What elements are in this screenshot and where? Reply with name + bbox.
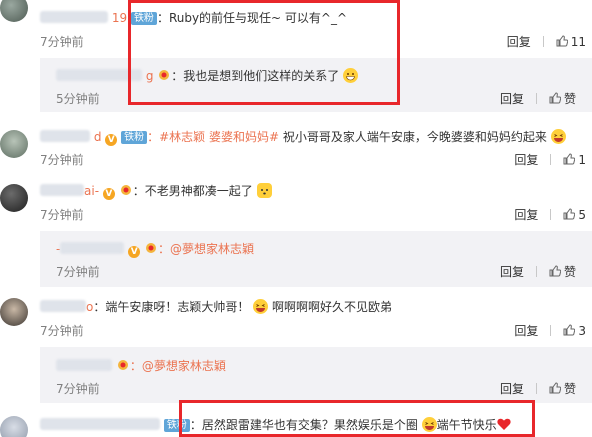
reply-row: ：@夢想家林志穎 bbox=[56, 357, 226, 374]
divider bbox=[535, 383, 537, 394]
reply-button[interactable]: 回复 bbox=[500, 382, 524, 396]
comment-row: ai- V ：不老男神都凑一起了 bbox=[40, 182, 272, 200]
comment-text-continued: 啊啊啊啊好久不见欧弟 bbox=[272, 300, 393, 314]
divider bbox=[550, 154, 552, 165]
comment-row: o：端午安康呀！志颖大帅哥！ 啊啊啊啊好久不见欧弟 bbox=[40, 298, 392, 315]
username[interactable]: 19 bbox=[40, 11, 127, 25]
divider bbox=[535, 266, 537, 277]
thumbs-up-icon bbox=[549, 382, 561, 394]
verified-icon: V bbox=[128, 246, 141, 258]
reply-button[interactable]: 回复 bbox=[514, 208, 538, 222]
comment-actions: 回复 11 bbox=[507, 33, 586, 50]
comment-text: ：端午安康呀！志颖大帅哥！ bbox=[93, 300, 250, 314]
comment-time: 7分钟前 bbox=[40, 35, 84, 49]
like-button[interactable]: 赞 bbox=[549, 92, 576, 106]
medal-icon bbox=[146, 243, 156, 253]
username[interactable] bbox=[56, 359, 112, 373]
divider bbox=[542, 36, 544, 47]
highlight-box bbox=[179, 400, 535, 437]
reply-actions: 回复 赞 bbox=[500, 90, 576, 107]
like-button[interactable]: 赞 bbox=[549, 382, 576, 396]
highlight-box bbox=[128, 0, 400, 105]
reply-button[interactable]: 回复 bbox=[500, 92, 524, 106]
mention-link[interactable]: ：@夢想家林志穎 bbox=[158, 242, 254, 256]
thumbs-up-icon bbox=[563, 208, 576, 220]
reply-actions: 回复 赞 bbox=[500, 263, 576, 280]
comment-actions: 回复 5 bbox=[514, 206, 586, 223]
avatar[interactable] bbox=[0, 298, 28, 326]
reply-actions: 回复 赞 bbox=[500, 380, 576, 397]
comment-actions: 回复 3 bbox=[514, 322, 586, 339]
comment-text: ：不老男神都凑一起了 bbox=[132, 184, 253, 198]
divider bbox=[550, 325, 552, 336]
username[interactable]: o bbox=[40, 300, 93, 314]
fan-badge: 铁粉 bbox=[121, 131, 148, 144]
thumbs-up-icon bbox=[549, 265, 561, 277]
divider bbox=[550, 209, 552, 220]
comment-time: 7分钟前 bbox=[40, 324, 84, 338]
medal-icon bbox=[117, 360, 128, 370]
verified-icon: V bbox=[105, 134, 118, 146]
reply-button[interactable]: 回复 bbox=[514, 153, 538, 167]
cat-emoji-icon bbox=[256, 183, 272, 198]
avatar[interactable] bbox=[0, 416, 28, 437]
avatar[interactable] bbox=[0, 184, 28, 212]
like-button[interactable]: 11 bbox=[556, 35, 586, 49]
thumbs-up-icon bbox=[563, 153, 576, 165]
comment-row: d V 铁粉 ：#林志颖 婆婆和妈妈# 祝小哥哥及家人端午安康，今晚婆婆和妈妈约起… bbox=[40, 128, 566, 146]
like-button[interactable]: 5 bbox=[563, 208, 586, 222]
verified-icon: V bbox=[102, 188, 115, 200]
thumbs-up-icon bbox=[563, 324, 576, 336]
medal-icon bbox=[120, 185, 131, 195]
laugh-emoji-icon bbox=[550, 129, 566, 144]
reply-button[interactable]: 回复 bbox=[514, 324, 538, 338]
like-button[interactable]: 1 bbox=[563, 153, 586, 167]
username[interactable]: - bbox=[56, 242, 125, 256]
comment-actions: 回复 1 bbox=[514, 151, 586, 168]
username[interactable]: d bbox=[40, 130, 101, 144]
divider bbox=[535, 93, 537, 104]
topic-link[interactable]: ：#林志颖 婆婆和妈妈# bbox=[147, 130, 279, 144]
reply-time: 7分钟前 bbox=[56, 265, 100, 279]
like-button[interactable]: 3 bbox=[563, 324, 586, 338]
comment-time: 7分钟前 bbox=[40, 208, 84, 222]
comment-time: 7分钟前 bbox=[40, 153, 84, 167]
username[interactable]: ai- bbox=[40, 184, 99, 198]
username[interactable] bbox=[40, 418, 160, 432]
avatar[interactable] bbox=[0, 130, 28, 158]
reply-time: 5分钟前 bbox=[56, 92, 100, 106]
like-button[interactable]: 赞 bbox=[549, 265, 576, 279]
comment-text: 祝小哥哥及家人端午安康，今晚婆婆和妈妈约起来 bbox=[279, 130, 547, 144]
reply-row: - V ：@夢想家林志穎 bbox=[56, 240, 254, 258]
laugh-emoji-icon bbox=[253, 299, 269, 314]
reply-time: 7分钟前 bbox=[56, 382, 100, 396]
reply-button[interactable]: 回复 bbox=[500, 265, 524, 279]
thumbs-up-icon bbox=[556, 35, 568, 47]
avatar[interactable] bbox=[0, 0, 28, 22]
mention-link[interactable]: ：@夢想家林志穎 bbox=[130, 359, 226, 373]
thumbs-up-icon bbox=[549, 92, 561, 104]
reply-button[interactable]: 回复 bbox=[507, 35, 531, 49]
